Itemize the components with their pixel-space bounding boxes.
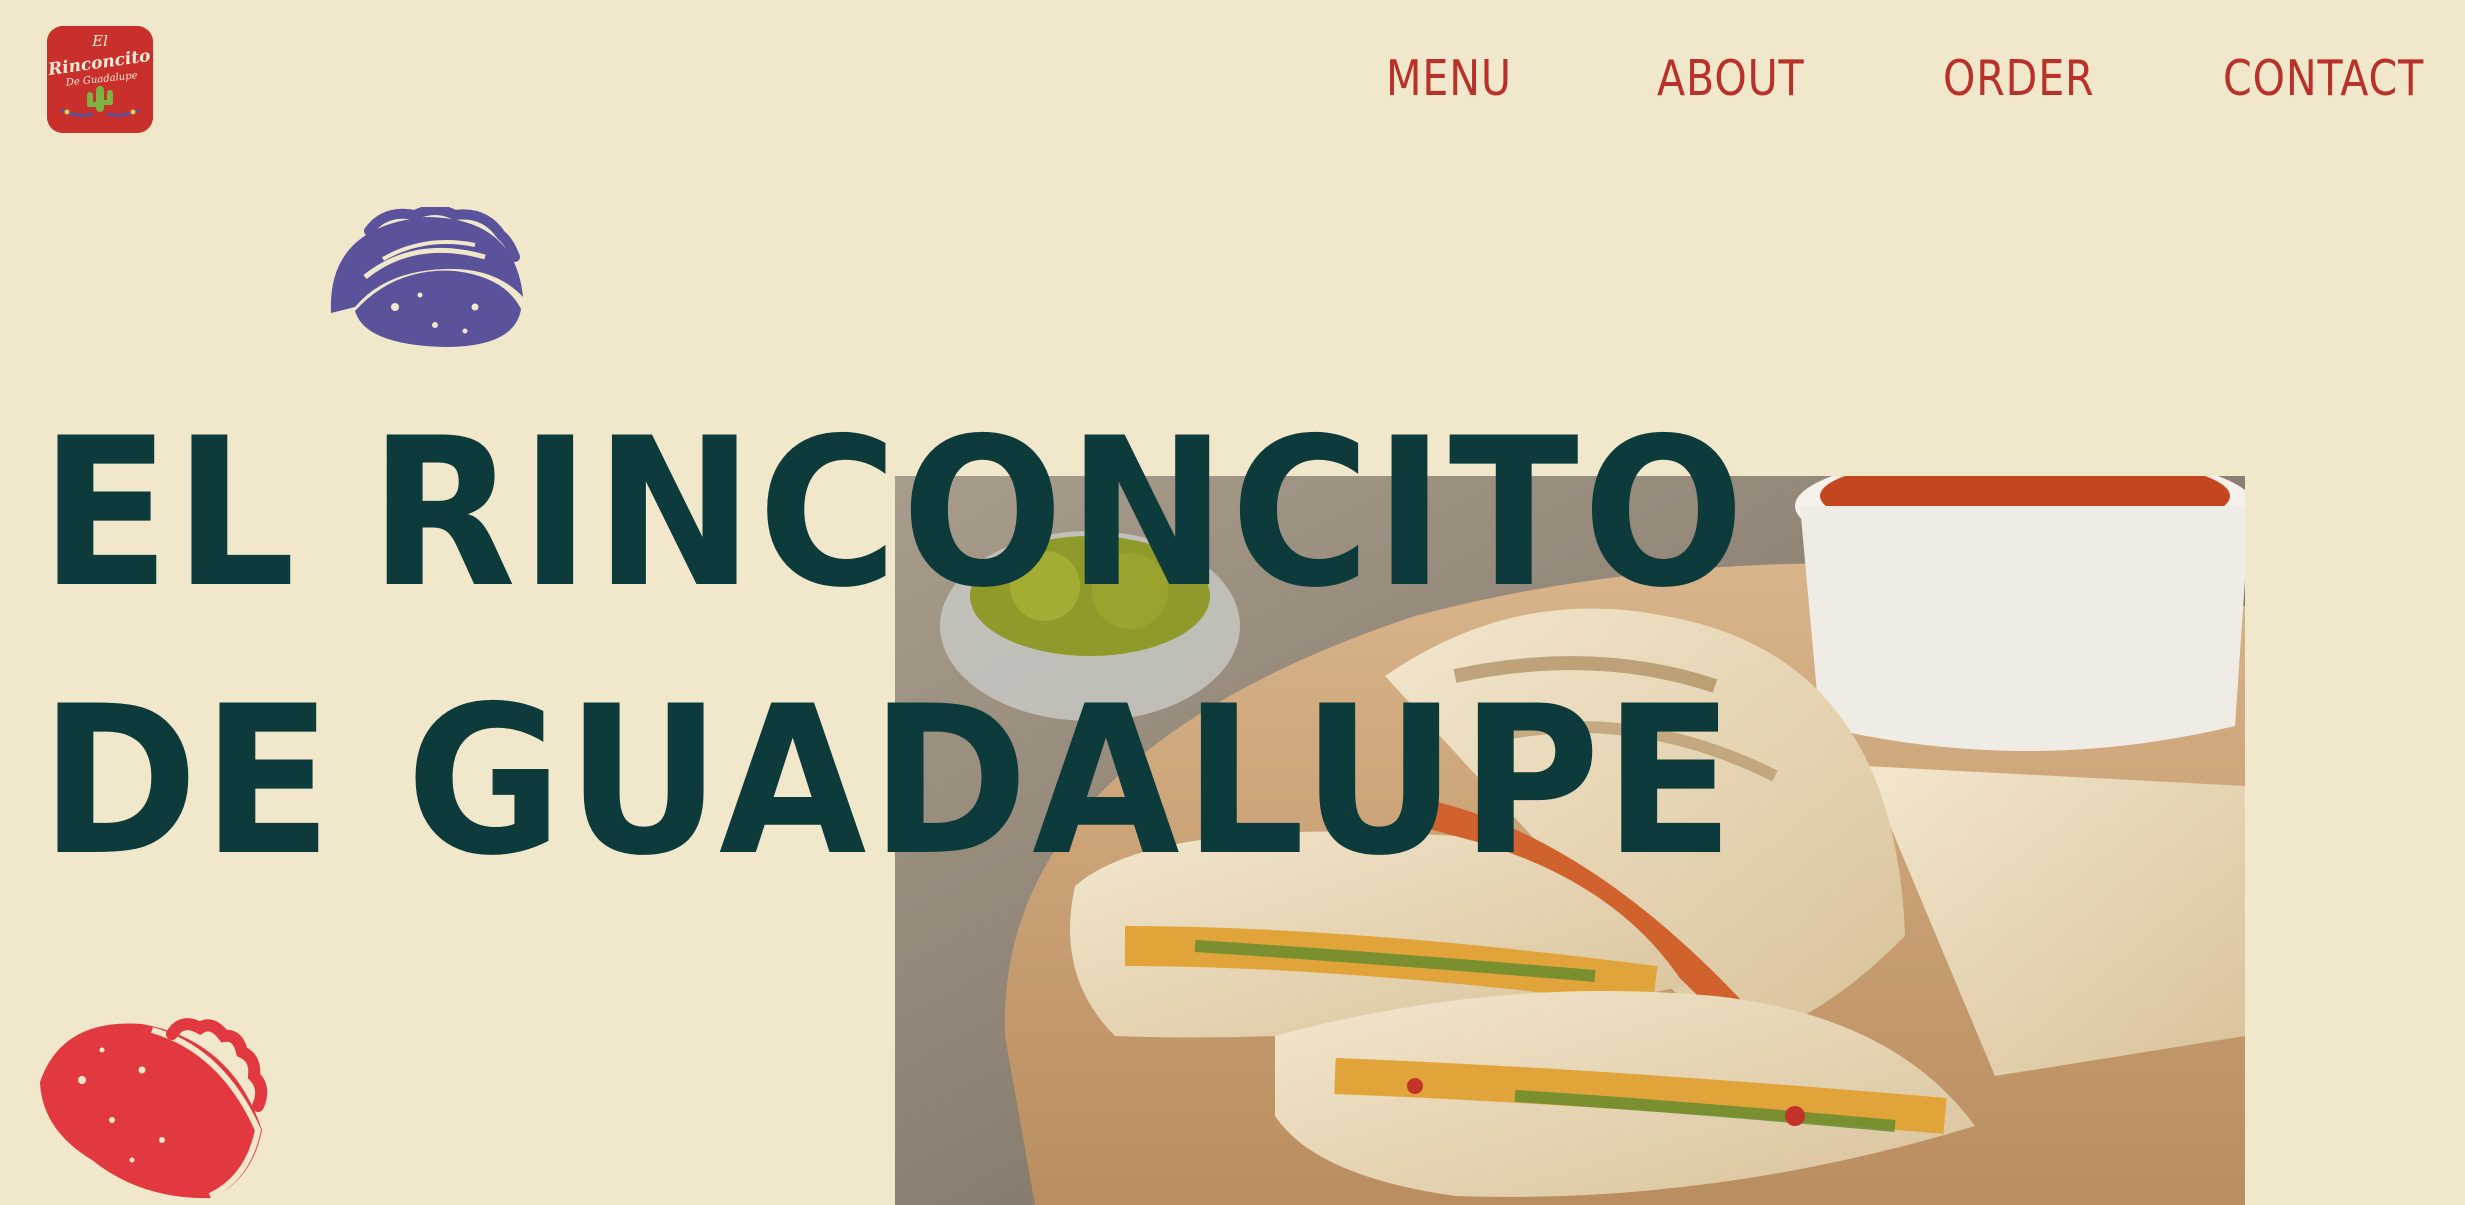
nav-about-link[interactable]: ABOUT [1657,50,1805,107]
nav-menu-link[interactable]: MENU [1386,50,1512,107]
nav-contact-link[interactable]: CONTACT [2223,50,2424,107]
hero-title-line1: EL RINCONCITO [40,395,1749,633]
hero-title-line2: DE GUADALUPE [40,663,1738,901]
taco-icon [32,1010,268,1205]
taco-icon [325,205,529,349]
hero-title: EL RINCONCITO DE GUADALUPE [40,380,1840,916]
nav-order-link[interactable]: ORDER [1943,50,2095,107]
main-nav: MENU ABOUT ORDER CONTACT [0,40,2465,120]
